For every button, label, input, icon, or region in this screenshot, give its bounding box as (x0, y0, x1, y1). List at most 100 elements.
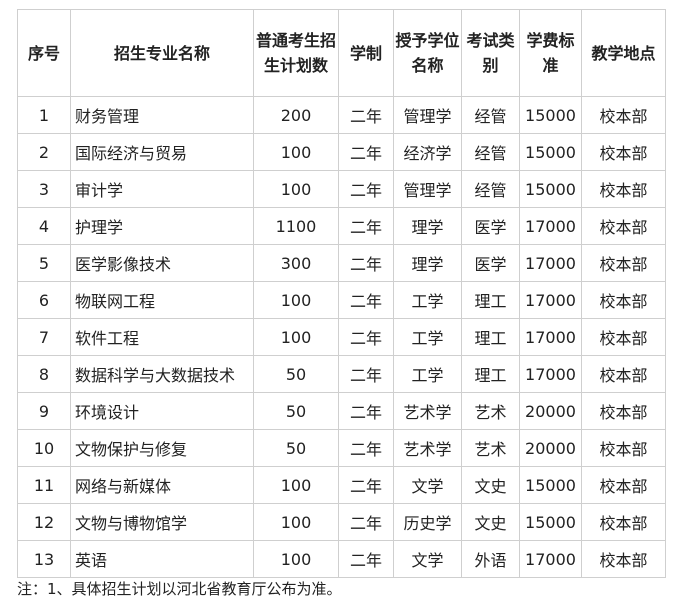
cell-location: 校本部 (581, 503, 666, 541)
cell-exam-type: 文史 (461, 466, 520, 504)
cell-degree: 艺术学 (393, 429, 462, 467)
cell-seq: 6 (17, 281, 71, 319)
footnote: 注：1、具体招生计划以河北省教育厅公布为准。 (17, 580, 342, 598)
cell-plan: 300 (253, 244, 339, 282)
cell-degree: 管理学 (393, 96, 462, 134)
cell-degree: 管理学 (393, 170, 462, 208)
table-row: 2 国际经济与贸易 100 二年 经济学 经管 15000 校本部 (17, 133, 666, 171)
cell-seq: 1 (17, 96, 71, 134)
header-seq: 序号 (17, 9, 71, 97)
cell-seq: 4 (17, 207, 71, 245)
cell-major: 环境设计 (70, 392, 254, 430)
table-row: 3 审计学 100 二年 管理学 经管 15000 校本部 (17, 170, 666, 208)
cell-major: 网络与新媒体 (70, 466, 254, 504)
table-row: 10 文物保护与修复 50 二年 艺术学 艺术 20000 校本部 (17, 429, 666, 467)
cell-location: 校本部 (581, 318, 666, 356)
cell-tuition: 17000 (519, 540, 582, 578)
table-row: 9 环境设计 50 二年 艺术学 艺术 20000 校本部 (17, 392, 666, 430)
cell-location: 校本部 (581, 429, 666, 467)
cell-plan: 1100 (253, 207, 339, 245)
cell-plan: 50 (253, 392, 339, 430)
cell-duration: 二年 (338, 429, 394, 467)
cell-duration: 二年 (338, 244, 394, 282)
cell-location: 校本部 (581, 207, 666, 245)
cell-seq: 11 (17, 466, 71, 504)
cell-exam-type: 文史 (461, 503, 520, 541)
cell-major: 数据科学与大数据技术 (70, 355, 254, 393)
header-location: 教学地点 (581, 9, 666, 97)
cell-exam-type: 经管 (461, 96, 520, 134)
cell-location: 校本部 (581, 540, 666, 578)
cell-major: 软件工程 (70, 318, 254, 356)
table-row: 5 医学影像技术 300 二年 理学 医学 17000 校本部 (17, 244, 666, 282)
cell-location: 校本部 (581, 96, 666, 134)
cell-tuition: 17000 (519, 281, 582, 319)
table-row: 7 软件工程 100 二年 工学 理工 17000 校本部 (17, 318, 666, 356)
cell-tuition: 20000 (519, 392, 582, 430)
cell-duration: 二年 (338, 96, 394, 134)
cell-exam-type: 医学 (461, 244, 520, 282)
cell-major: 医学影像技术 (70, 244, 254, 282)
cell-plan: 100 (253, 281, 339, 319)
cell-tuition: 15000 (519, 133, 582, 171)
cell-degree: 理学 (393, 244, 462, 282)
cell-plan: 200 (253, 96, 339, 134)
table-row: 8 数据科学与大数据技术 50 二年 工学 理工 17000 校本部 (17, 355, 666, 393)
cell-seq: 2 (17, 133, 71, 171)
cell-seq: 5 (17, 244, 71, 282)
table-header-row: 序号 招生专业名称 普通考生招生计划数 学制 授予学位名称 考试类别 学费标准 … (17, 9, 666, 97)
table-row: 1 财务管理 200 二年 管理学 经管 15000 校本部 (17, 96, 666, 134)
cell-major: 国际经济与贸易 (70, 133, 254, 171)
cell-major: 英语 (70, 540, 254, 578)
cell-seq: 12 (17, 503, 71, 541)
cell-major: 财务管理 (70, 96, 254, 134)
header-plan: 普通考生招生计划数 (253, 9, 339, 97)
cell-major: 护理学 (70, 207, 254, 245)
cell-seq: 10 (17, 429, 71, 467)
table-row: 4 护理学 1100 二年 理学 医学 17000 校本部 (17, 207, 666, 245)
cell-exam-type: 经管 (461, 133, 520, 171)
cell-degree: 历史学 (393, 503, 462, 541)
cell-plan: 100 (253, 170, 339, 208)
table-row: 6 物联网工程 100 二年 工学 理工 17000 校本部 (17, 281, 666, 319)
cell-plan: 50 (253, 429, 339, 467)
cell-degree: 工学 (393, 318, 462, 356)
cell-seq: 8 (17, 355, 71, 393)
cell-exam-type: 理工 (461, 281, 520, 319)
cell-duration: 二年 (338, 133, 394, 171)
header-degree: 授予学位名称 (393, 9, 462, 97)
cell-plan: 50 (253, 355, 339, 393)
cell-duration: 二年 (338, 170, 394, 208)
cell-location: 校本部 (581, 355, 666, 393)
cell-exam-type: 理工 (461, 355, 520, 393)
cell-major: 物联网工程 (70, 281, 254, 319)
cell-exam-type: 医学 (461, 207, 520, 245)
cell-plan: 100 (253, 540, 339, 578)
header-duration: 学制 (338, 9, 394, 97)
cell-degree: 艺术学 (393, 392, 462, 430)
header-exam-type: 考试类别 (461, 9, 520, 97)
table-row: 12 文物与博物馆学 100 二年 历史学 文史 15000 校本部 (17, 503, 666, 541)
cell-degree: 文学 (393, 540, 462, 578)
cell-degree: 工学 (393, 355, 462, 393)
cell-tuition: 15000 (519, 170, 582, 208)
cell-plan: 100 (253, 133, 339, 171)
cell-exam-type: 经管 (461, 170, 520, 208)
cell-location: 校本部 (581, 392, 666, 430)
cell-duration: 二年 (338, 207, 394, 245)
cell-location: 校本部 (581, 281, 666, 319)
enrollment-table-container: 序号 招生专业名称 普通考生招生计划数 学制 授予学位名称 考试类别 学费标准 … (17, 9, 666, 578)
cell-location: 校本部 (581, 244, 666, 282)
cell-tuition: 17000 (519, 355, 582, 393)
cell-tuition: 15000 (519, 503, 582, 541)
cell-duration: 二年 (338, 318, 394, 356)
cell-duration: 二年 (338, 392, 394, 430)
table-row: 11 网络与新媒体 100 二年 文学 文史 15000 校本部 (17, 466, 666, 504)
table-row: 13 英语 100 二年 文学 外语 17000 校本部 (17, 540, 666, 578)
cell-plan: 100 (253, 503, 339, 541)
cell-major: 文物与博物馆学 (70, 503, 254, 541)
cell-tuition: 17000 (519, 207, 582, 245)
cell-degree: 工学 (393, 281, 462, 319)
cell-major: 审计学 (70, 170, 254, 208)
cell-duration: 二年 (338, 355, 394, 393)
